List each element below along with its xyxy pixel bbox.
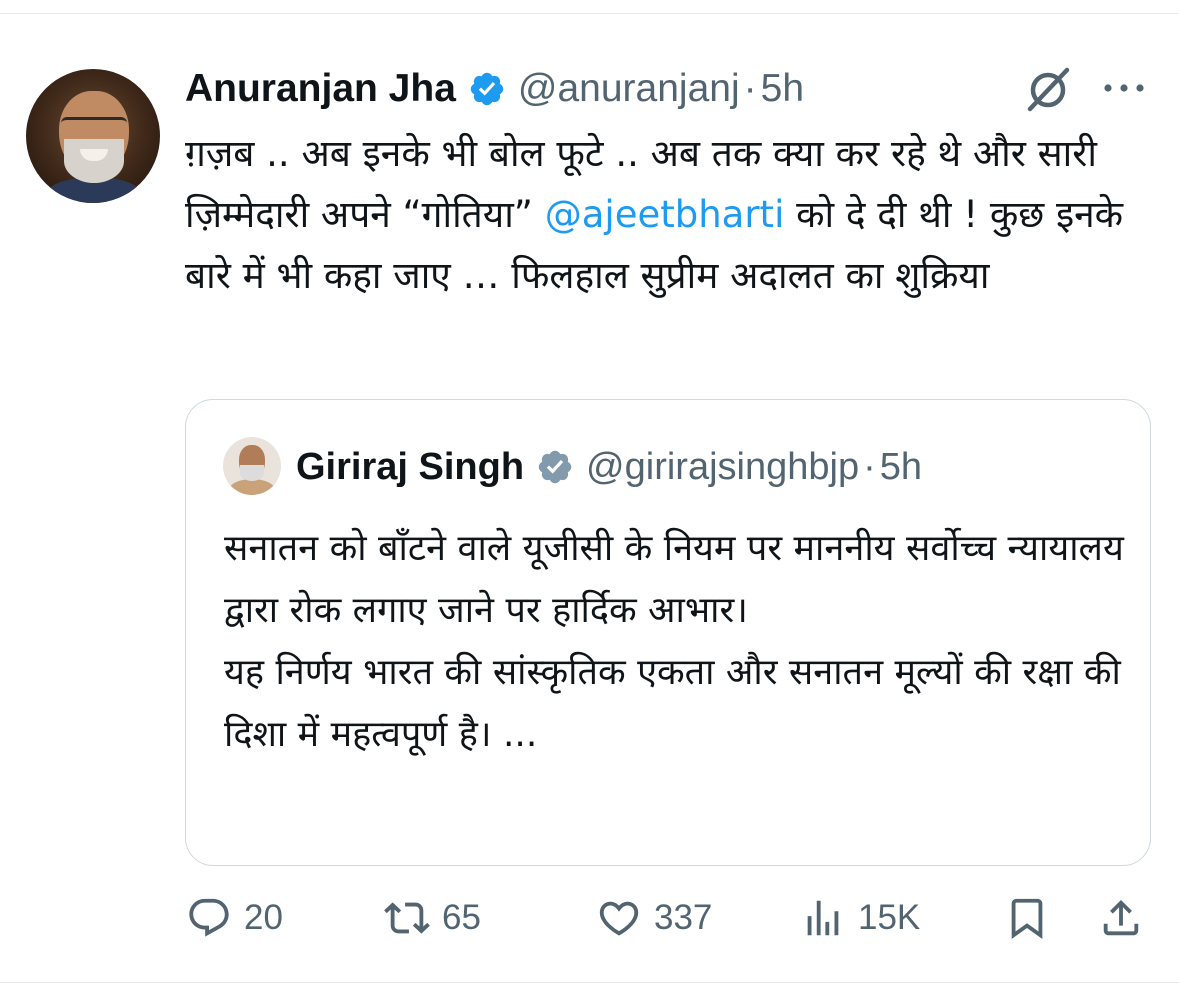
like-button[interactable]: 337 <box>596 890 712 946</box>
verified-badge-icon[interactable] <box>468 70 506 108</box>
like-count: 337 <box>654 898 713 937</box>
quoted-tweet-header: Giriraj Singh @girirajsinghbjp · 5h <box>296 441 922 493</box>
bookmark-icon <box>1011 898 1043 939</box>
separator-dot: · <box>863 445 876 488</box>
quoted-tweet-card[interactable]: Giriraj Singh @girirajsinghbjp · 5h सनात… <box>185 399 1151 866</box>
quoted-author-name[interactable]: Giriraj Singh <box>296 446 524 489</box>
heart-icon <box>599 901 639 936</box>
share-button[interactable] <box>1098 890 1144 946</box>
reply-icon <box>189 898 229 937</box>
tweet-text: ग़ज़ब .. अब इनके भी बोल फूटे .. अब तक क्… <box>185 123 1145 306</box>
views-count: 15K <box>858 898 921 937</box>
quoted-author-avatar[interactable] <box>223 437 281 495</box>
author-handle[interactable]: @anuranjanj <box>518 67 740 111</box>
views-button[interactable]: 15K <box>800 890 920 946</box>
action-bar: 20 65 337 15K <box>0 890 1179 946</box>
quoted-text-paragraph: यह निर्णय भारत की सांस्कृतिक एकता और सना… <box>224 652 1121 755</box>
top-divider <box>0 13 1179 14</box>
bottom-divider <box>0 982 1179 983</box>
reply-button[interactable]: 20 <box>186 890 283 946</box>
mention-link[interactable]: @ajeetbharti <box>545 193 785 236</box>
quoted-tweet-text: सनातन को बाँटने वाले यूजीसी के नियम पर म… <box>224 518 1124 766</box>
share-icon <box>1103 899 1139 936</box>
repost-count: 65 <box>442 898 481 937</box>
verified-badge-icon[interactable] <box>536 448 574 486</box>
tweet-time[interactable]: 5h <box>761 67 804 111</box>
reply-count: 20 <box>244 898 283 937</box>
repost-button[interactable]: 65 <box>384 890 481 946</box>
more-icon[interactable] <box>1100 76 1148 100</box>
repost-icon <box>384 902 430 934</box>
bookmark-button[interactable] <box>1004 890 1050 946</box>
quoted-text-paragraph: सनातन को बाँटने वाले यूजीसी के नियम पर म… <box>224 528 1124 631</box>
quoted-tweet-time[interactable]: 5h <box>880 446 922 489</box>
tweet-header: Anuranjan Jha @anuranjanj · 5h <box>185 64 804 114</box>
views-icon <box>807 900 839 936</box>
author-avatar[interactable] <box>26 69 160 203</box>
grok-icon[interactable] <box>1022 66 1074 112</box>
separator-dot: · <box>743 67 757 110</box>
quoted-author-handle[interactable]: @girirajsinghbjp <box>586 446 859 489</box>
author-name[interactable]: Anuranjan Jha <box>185 67 456 111</box>
